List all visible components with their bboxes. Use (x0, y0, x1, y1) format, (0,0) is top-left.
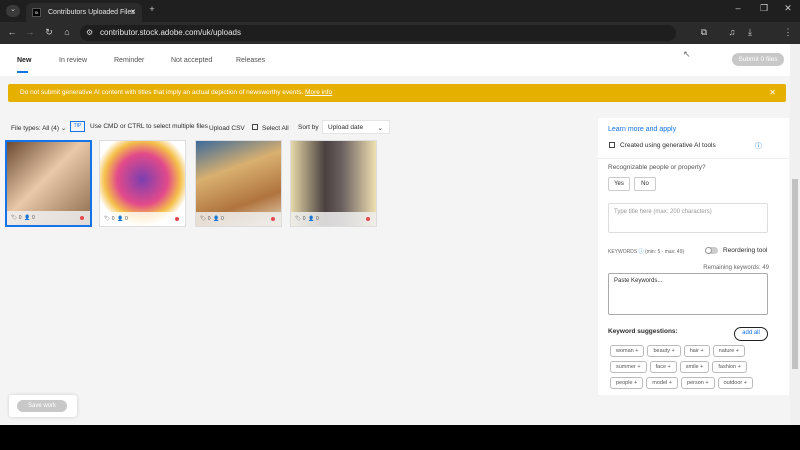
active-tab-indicator (17, 71, 28, 73)
sort-by-label: Sort by (298, 124, 319, 131)
sort-select[interactable]: Upload date ⌄ (322, 120, 390, 134)
keywords-label: KEYWORDS ⓘ (min: 5 - max: 49) (608, 249, 685, 255)
tab-not-accepted[interactable]: Not accepted (171, 57, 212, 64)
scrollbar-thumb[interactable] (792, 179, 798, 369)
keyword-chip-hair[interactable]: hair + (683, 345, 710, 357)
keywords-info-icon[interactable]: ⓘ (639, 249, 644, 255)
status-dot (175, 217, 179, 221)
gen-ai-warning-banner: Do not submit generative AI content with… (8, 84, 786, 102)
keyword-chip-smile[interactable]: smile + (679, 361, 710, 373)
keyword-chip-person[interactable]: person + (681, 377, 715, 389)
file-types-dropdown[interactable]: File types: All (4) ⌄ (11, 124, 66, 132)
thumbnail-cat[interactable]: 🏷 0 👤 0 (99, 140, 186, 227)
site-settings-icon[interactable]: ⚙ (86, 28, 93, 37)
browser-tab[interactable]: St Contributors Uploaded Files ✕ (26, 3, 142, 22)
submit-files-button[interactable]: Submit 0 files (732, 53, 784, 66)
extensions-puzzle-icon[interactable]: ⧉ (698, 27, 710, 38)
tab-reminder[interactable]: Reminder (114, 57, 144, 64)
more-info-link[interactable]: More info (305, 89, 332, 96)
file-details-panel: Learn more and apply Created using gener… (598, 118, 789, 395)
reordering-label: Reordering tool (723, 247, 768, 254)
tab-title: Contributors Uploaded Files (48, 9, 135, 16)
keyword-suggestions-label: Keyword suggestions: (608, 328, 678, 335)
gen-ai-label: Created using generative AI tools (620, 142, 716, 149)
people-question: Recognizable people or property? (608, 164, 706, 171)
status-dot (80, 216, 84, 220)
no-button[interactable]: No (634, 177, 656, 191)
tab-search-chevron-icon[interactable]: ⌄ (6, 5, 20, 17)
keyword-chip-nature[interactable]: nature + (712, 345, 746, 357)
reload-icon[interactable]: ↻ (43, 27, 55, 38)
close-window-icon[interactable]: ✕ (782, 3, 794, 14)
close-tab-icon[interactable]: ✕ (130, 8, 136, 16)
keyword-chip-people[interactable]: people + (610, 377, 644, 389)
save-work-button[interactable]: Save work (17, 400, 67, 412)
status-dot (366, 217, 370, 221)
keyword-chip-beauty[interactable]: beauty + (647, 345, 681, 357)
select-all-label: Select All (262, 125, 289, 132)
tab-in-review[interactable]: In review (59, 57, 87, 64)
tab-new[interactable]: New (17, 57, 31, 64)
add-all-button[interactable]: add all (734, 327, 768, 341)
remaining-keywords: Remaining keywords: 49 (703, 265, 769, 271)
thumbnail-woman[interactable]: 🏷 0 👤 0 (5, 140, 92, 227)
url-text: contributor.stock.adobe.com/uk/uploads (100, 28, 241, 37)
mouse-cursor-icon: ↖ (683, 49, 691, 59)
tab-releases[interactable]: Releases (236, 57, 265, 64)
tip-text: Use CMD or CTRL to select multiple files (90, 123, 208, 130)
thumbnail-building[interactable]: 🏷 0 👤 0 (195, 140, 282, 227)
yes-button[interactable]: Yes (608, 177, 630, 191)
adobe-stock-favicon: St (32, 8, 41, 17)
new-tab-icon[interactable]: + (146, 4, 158, 14)
thumbnail-man[interactable]: 🏷 0 👤 0 (290, 140, 377, 227)
keywords-textarea[interactable]: Paste Keywords... (608, 273, 768, 315)
save-work-bar: Save work (9, 395, 77, 417)
keyword-chip-summer[interactable]: summer + (610, 361, 647, 373)
minimize-icon[interactable]: – (732, 3, 744, 13)
title-input[interactable]: Type title here (max: 200 characters) (608, 203, 768, 233)
page-scrollbar[interactable] (790, 44, 800, 425)
keyword-chip-outdoor[interactable]: outdoor + (717, 377, 753, 389)
upload-csv-button[interactable]: Upload CSV (209, 125, 245, 132)
forward-icon[interactable]: → (24, 27, 36, 37)
download-icon[interactable]: ⤓ (744, 27, 756, 38)
keyword-chip-model[interactable]: model + (646, 377, 679, 389)
back-icon[interactable]: ← (6, 27, 18, 37)
divider (598, 158, 789, 159)
restore-icon[interactable]: ❐ (758, 3, 770, 14)
keyword-chip-woman[interactable]: woman + (610, 345, 645, 357)
status-dot (271, 217, 275, 221)
close-banner-icon[interactable]: ✕ (769, 88, 776, 97)
banner-text: Do not submit generative AI content with… (20, 89, 304, 96)
home-icon[interactable]: ⌂ (61, 27, 73, 37)
media-control-icon[interactable]: ♫ (726, 27, 738, 37)
browser-tab-bar: ⌄ St Contributors Uploaded Files ✕ + – ❐… (0, 0, 800, 22)
keyword-chip-face[interactable]: face + (649, 361, 677, 373)
menu-kebab-icon[interactable]: ⋮ (782, 27, 794, 38)
gen-ai-checkbox[interactable] (609, 142, 615, 148)
learn-more-link[interactable]: Learn more and apply (608, 126, 676, 133)
reordering-toggle[interactable] (705, 247, 718, 254)
select-all-checkbox[interactable] (252, 124, 258, 130)
info-icon[interactable]: ⓘ (755, 141, 762, 151)
keyword-chip-fashion[interactable]: fashion + (712, 361, 747, 373)
tip-badge: TIP (70, 121, 85, 132)
keyword-suggestions: woman + beauty + hair + nature + summer + fac… (610, 345, 770, 393)
address-bar[interactable]: ⚙ contributor.stock.adobe.com/uk/uploads (80, 25, 676, 41)
